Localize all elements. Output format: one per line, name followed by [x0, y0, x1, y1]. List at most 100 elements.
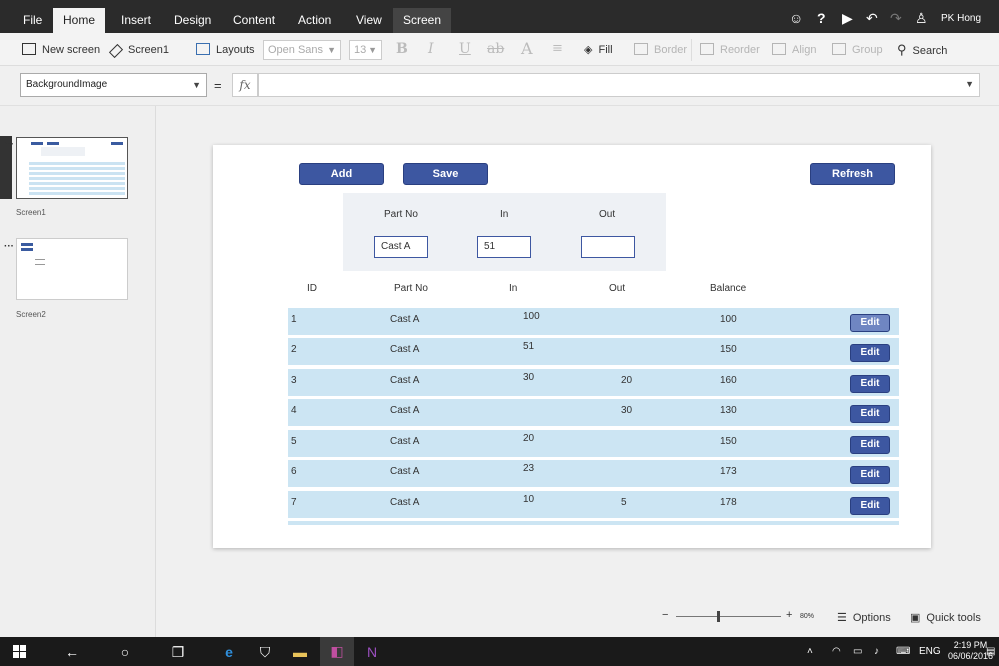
group-icon: [832, 43, 846, 55]
mini-row: [29, 172, 125, 175]
border-button[interactable]: Border: [634, 42, 687, 58]
battery-icon[interactable]: ▭: [853, 646, 862, 657]
border-label: Border: [654, 44, 688, 56]
tab-design[interactable]: Design: [164, 8, 221, 33]
language-indicator[interactable]: ENG: [919, 646, 941, 657]
undo-icon[interactable]: ↶: [866, 10, 878, 27]
edit-button[interactable]: Edit: [850, 375, 890, 393]
table-row[interactable]: 7 Cast A 10 5 178 Edit: [288, 491, 899, 518]
volume-icon[interactable]: ♪: [874, 646, 879, 657]
screen-canvas[interactable]: Add Save Refresh Part No In Out Cast A 5…: [213, 145, 931, 548]
quick-tools-button[interactable]: ▣ Quick tools: [910, 611, 981, 624]
redo-icon[interactable]: ↷: [890, 10, 902, 27]
table-row[interactable]: 1 Cast A 100 100 Edit: [288, 308, 899, 335]
screen-thumbnail-screen2[interactable]: [16, 238, 128, 300]
save-button[interactable]: Save: [403, 163, 488, 185]
group-label: Group: [852, 44, 883, 56]
chevron-down-icon[interactable]: ▼: [965, 79, 974, 89]
bold-icon[interactable]: B: [396, 41, 408, 57]
cell-balance: 178: [720, 497, 737, 508]
tab-home[interactable]: Home: [53, 8, 106, 33]
screen-thumbnail-screen1[interactable]: [16, 137, 128, 199]
task-view-icon[interactable]: ❐: [168, 642, 188, 662]
reorder-button[interactable]: Reorder: [700, 42, 760, 58]
edit-button[interactable]: Edit: [850, 405, 890, 423]
store-icon[interactable]: ⛉: [255, 642, 275, 662]
more-options-icon[interactable]: ···: [4, 241, 14, 252]
network-icon[interactable]: ◠: [832, 646, 841, 657]
group-button[interactable]: Group: [832, 42, 883, 58]
zoom-out-button[interactable]: −: [662, 609, 668, 621]
edit-button[interactable]: Edit: [850, 314, 890, 332]
refresh-button[interactable]: Refresh: [810, 163, 895, 185]
header-out: Out: [609, 283, 626, 294]
tab-view[interactable]: View: [346, 8, 392, 33]
options-button[interactable]: ☰ Options: [837, 611, 891, 624]
screen-name-button[interactable]: Screen1: [108, 42, 169, 59]
strikethrough-icon[interactable]: ab: [487, 41, 504, 57]
new-screen-button[interactable]: New screen: [22, 42, 100, 58]
screen-label-screen1[interactable]: Screen1: [16, 208, 46, 217]
part-no-input[interactable]: Cast A: [374, 236, 428, 258]
mini-text: [35, 259, 45, 260]
user-name[interactable]: PK Hong: [941, 13, 981, 24]
table-row[interactable]: 5 Cast A 20 150 Edit: [288, 430, 899, 457]
layouts-button[interactable]: Layouts: [196, 42, 255, 58]
mini-button: [31, 142, 43, 145]
zoom-in-button[interactable]: +: [786, 609, 792, 621]
smiley-icon[interactable]: ☺: [789, 10, 803, 26]
tray-chevron-icon[interactable]: ˄: [807, 646, 813, 657]
in-input[interactable]: 51: [477, 236, 531, 258]
zoom-slider-track[interactable]: [676, 616, 781, 617]
ribbon: New screen Screen1 Layouts Open Sans ▼ 13…: [0, 33, 999, 66]
tab-insert[interactable]: Insert: [111, 8, 161, 33]
back-icon[interactable]: ←: [62, 642, 82, 662]
tab-screen[interactable]: Screen: [393, 8, 452, 33]
underline-icon[interactable]: U: [459, 41, 471, 57]
edit-button[interactable]: Edit: [850, 466, 890, 484]
more-options-icon[interactable]: ···: [4, 139, 14, 150]
text-align-icon[interactable]: ≡: [552, 41, 563, 56]
font-select[interactable]: Open Sans ▼: [263, 40, 341, 60]
tab-content[interactable]: Content: [223, 8, 285, 33]
keyboard-icon[interactable]: ⌨: [896, 646, 910, 657]
tab-action[interactable]: Action: [288, 8, 341, 33]
cortana-icon[interactable]: ○: [115, 642, 135, 662]
edit-button[interactable]: Edit: [850, 344, 890, 362]
italic-icon[interactable]: I: [428, 41, 434, 57]
file-explorer-icon[interactable]: ▬: [290, 642, 310, 662]
fx-icon[interactable]: fx: [232, 73, 258, 97]
onenote-icon[interactable]: N: [362, 642, 382, 662]
formula-input[interactable]: ▼: [258, 73, 980, 97]
search-button[interactable]: ⚲ Search: [897, 42, 947, 58]
windows-start-icon[interactable]: [13, 645, 27, 659]
notifications-icon[interactable]: ▤: [986, 646, 995, 657]
header-part-no: Part No: [394, 283, 428, 294]
edit-button[interactable]: Edit: [850, 497, 890, 515]
property-select[interactable]: BackgroundImage ▼: [20, 73, 207, 97]
tab-file[interactable]: File: [13, 8, 52, 33]
cell-balance: 130: [720, 405, 737, 416]
play-icon[interactable]: ▶: [842, 10, 853, 27]
mini-button: [21, 248, 33, 251]
table-row[interactable]: 2 Cast A 51 150 Edit: [288, 338, 899, 365]
font-color-icon[interactable]: A: [521, 39, 533, 58]
align-button[interactable]: Align: [772, 42, 816, 58]
table-row[interactable]: 3 Cast A 30 20 160 Edit: [288, 369, 899, 396]
edit-button[interactable]: Edit: [850, 436, 890, 454]
help-icon[interactable]: ?: [817, 10, 826, 26]
screen-label-screen2[interactable]: Screen2: [16, 310, 46, 319]
fill-button[interactable]: ◈ Fill: [584, 42, 613, 58]
out-label: Out: [599, 209, 616, 220]
powerapps-icon[interactable]: ◧: [320, 637, 354, 666]
zoom-slider-handle[interactable]: [717, 611, 720, 622]
formula-bar: BackgroundImage ▼ = fx ▼: [0, 66, 999, 106]
table-row[interactable]: 4 Cast A 30 130 Edit: [288, 399, 899, 426]
edge-icon[interactable]: e: [219, 642, 239, 662]
table-row[interactable]: 6 Cast A 23 173 Edit: [288, 460, 899, 487]
out-input[interactable]: [581, 236, 635, 258]
font-size-select[interactable]: 13 ▼: [349, 40, 382, 60]
mini-row: [29, 182, 125, 185]
add-button[interactable]: Add: [299, 163, 384, 185]
data-gallery[interactable]: 1 Cast A 100 100 Edit 2 Cast A 51 150 Ed…: [288, 308, 899, 525]
